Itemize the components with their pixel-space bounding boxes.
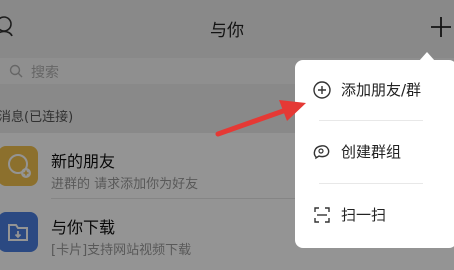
menu-item-label: 添加朋友/群 <box>341 81 422 99</box>
menu-item-add-friend[interactable]: 添加朋友/群 <box>295 60 454 120</box>
menu-item-label: 扫一扫 <box>341 206 387 224</box>
menu-item-create-group[interactable]: 创建群组 <box>295 122 454 182</box>
group-chat-icon <box>313 145 330 160</box>
menu-divider <box>319 183 423 184</box>
add-circle-icon <box>313 81 331 99</box>
plus-dropdown-menu: 添加朋友/群 创建群组 扫一扫 <box>295 60 454 248</box>
menu-item-scan[interactable]: 扫一扫 <box>295 185 454 245</box>
menu-divider <box>319 120 423 121</box>
menu-item-label: 创建群组 <box>341 143 402 161</box>
scan-icon <box>314 207 330 223</box>
